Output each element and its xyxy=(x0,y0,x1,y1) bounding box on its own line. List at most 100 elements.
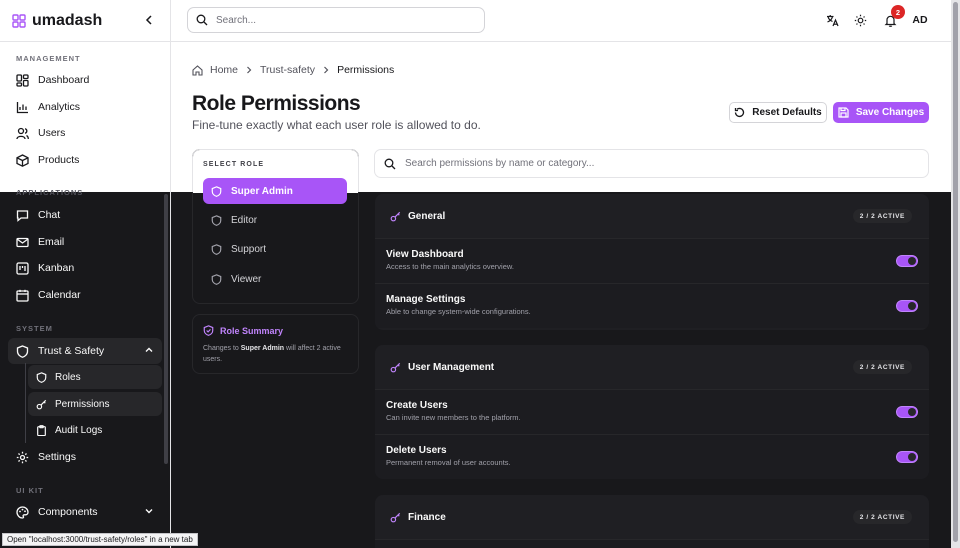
section-label-management: MANAGEMENT xyxy=(16,54,81,63)
save-changes-label: Save Changes xyxy=(855,107,925,118)
sidebar-item-chat[interactable]: Chat xyxy=(8,202,162,228)
mail-icon xyxy=(16,237,29,247)
language-button[interactable] xyxy=(825,13,839,27)
sidebar-item-dashboard[interactable]: Dashboard xyxy=(8,67,162,93)
permission-name: Manage Settings xyxy=(386,294,466,305)
brand[interactable]: umadash xyxy=(12,11,102,31)
save-changes-button[interactable]: Save Changes xyxy=(833,102,929,123)
role-option-editor[interactable]: Editor xyxy=(203,207,347,233)
permission-toggle[interactable] xyxy=(896,300,918,312)
shield-icon xyxy=(211,214,222,226)
permission-toggle[interactable] xyxy=(896,255,918,267)
global-search[interactable] xyxy=(187,7,485,33)
sidebar-subitem-label: Permissions xyxy=(55,398,110,410)
sidebar-subitem-permissions[interactable]: Permissions xyxy=(28,392,162,416)
sidebar-item-label: Chat xyxy=(38,209,61,221)
sidebar-item-calendar[interactable]: Calendar xyxy=(8,282,162,308)
permission-name: Delete Users xyxy=(386,445,447,456)
dashboard-icon xyxy=(16,73,29,87)
sidebar-item-label: Email xyxy=(38,236,65,248)
sidebar-item-label: Components xyxy=(38,506,98,518)
sidebar-item-settings[interactable]: Settings xyxy=(8,444,162,470)
key-icon xyxy=(390,512,401,522)
permission-search-input[interactable] xyxy=(405,158,905,169)
sidebar: umadash MANAGEMENT Dashboard Analytics U… xyxy=(0,0,171,548)
notification-count-badge: 2 xyxy=(891,5,905,19)
chevron-down-icon xyxy=(145,509,153,514)
app-name: umadash xyxy=(32,12,103,29)
permission-toggle[interactable] xyxy=(896,406,918,418)
chart-icon xyxy=(16,101,28,113)
sidebar-subitem-audit-logs[interactable]: Audit Logs xyxy=(28,418,162,442)
page-scrollbar-thumb[interactable] xyxy=(953,2,958,542)
permission-description: Permanent removal of user accounts. xyxy=(386,458,511,467)
sidebar-item-label: Products xyxy=(38,154,80,166)
permission-description: Access to the main analytics overview. xyxy=(386,262,514,271)
role-option-support[interactable]: Support xyxy=(203,236,347,262)
chevron-left-icon xyxy=(145,15,152,25)
role-option-super-admin[interactable]: Super Admin xyxy=(203,178,347,204)
permission-row: Delete Users Permanent removal of user a… xyxy=(375,434,929,479)
role-summary-text: Changes to Super Admin will affect 2 act… xyxy=(203,344,348,366)
global-search-input[interactable] xyxy=(216,14,456,26)
shield-check-icon xyxy=(203,325,214,336)
avatar[interactable]: AD xyxy=(908,9,932,31)
key-icon xyxy=(36,399,47,409)
permission-search[interactable] xyxy=(374,149,929,178)
sidebar-item-components[interactable]: Components xyxy=(8,499,162,525)
sidebar-subitem-label: Audit Logs xyxy=(55,424,103,436)
palette-icon xyxy=(16,505,29,519)
sidebar-item-label: Analytics xyxy=(38,101,81,113)
sidebar-item-products[interactable]: Products xyxy=(8,147,162,173)
collapse-sidebar-button[interactable] xyxy=(142,13,156,27)
sidebar-subitem-roles[interactable]: Roles xyxy=(28,365,162,389)
group-title: Finance xyxy=(408,511,446,523)
search-icon xyxy=(384,158,396,169)
chevron-right-icon xyxy=(324,66,329,74)
sidebar-item-email[interactable]: Email xyxy=(8,229,162,255)
permission-row: View Dashboard Access to the main analyt… xyxy=(375,238,929,283)
group-title: General xyxy=(408,210,446,222)
sidebar-item-label: Settings xyxy=(38,451,76,463)
sidebar-scrollbar[interactable] xyxy=(164,194,168,464)
save-icon xyxy=(838,107,849,118)
reset-defaults-label: Reset Defaults xyxy=(752,107,822,118)
permission-row: Create Users Can invite new members to t… xyxy=(375,389,929,434)
breadcrumb-home[interactable]: Home xyxy=(210,64,238,76)
active-count-badge: 2 / 2 ACTIVE xyxy=(852,209,912,223)
chat-icon xyxy=(16,209,29,222)
theme-toggle-button[interactable] xyxy=(853,13,867,27)
sidebar-item-trust-safety[interactable]: Trust & Safety xyxy=(8,338,162,364)
select-role-label: SELECT ROLE xyxy=(203,161,265,168)
sidebar-item-label: Kanban xyxy=(38,262,75,274)
page-scrollbar[interactable] xyxy=(951,0,960,548)
permission-group-general: General 2 / 2 ACTIVE View Dashboard Acce… xyxy=(375,194,929,330)
permission-toggle[interactable] xyxy=(896,451,918,463)
gear-icon xyxy=(16,451,29,463)
role-summary-card: Role Summary Changes to Super Admin will… xyxy=(192,314,359,374)
shield-icon xyxy=(36,371,47,383)
sidebar-item-analytics[interactable]: Analytics xyxy=(8,94,162,120)
sidebar-item-kanban[interactable]: Kanban xyxy=(8,255,162,281)
group-header: User Management 2 / 2 ACTIVE xyxy=(375,345,929,389)
reset-defaults-button[interactable]: Reset Defaults xyxy=(729,102,827,123)
role-option-viewer[interactable]: Viewer xyxy=(203,266,347,292)
breadcrumb: Home Trust-safety Permissions xyxy=(192,63,394,77)
page-title: Role Permissions xyxy=(192,92,361,115)
translate-icon xyxy=(826,14,839,26)
permission-group-finance: Finance 2 / 2 ACTIVE xyxy=(375,495,929,548)
group-header: General 2 / 2 ACTIVE xyxy=(375,194,929,238)
section-label-ui-kit: UI KIT xyxy=(16,486,44,495)
key-icon xyxy=(390,362,401,372)
breadcrumb-section[interactable]: Trust-safety xyxy=(260,64,315,76)
section-label-applications: APPLICATIONS xyxy=(16,188,84,197)
chevron-right-icon xyxy=(247,66,252,74)
sidebar-item-label: Calendar xyxy=(38,289,81,301)
shield-icon xyxy=(16,344,29,358)
header-divider xyxy=(171,41,960,42)
sidebar-item-label: Dashboard xyxy=(38,74,90,86)
sidebar-item-users[interactable]: Users xyxy=(8,120,162,146)
search-icon xyxy=(196,14,208,26)
summary-prefix: Changes to xyxy=(203,345,239,352)
sidebar-item-label: Users xyxy=(38,127,66,139)
